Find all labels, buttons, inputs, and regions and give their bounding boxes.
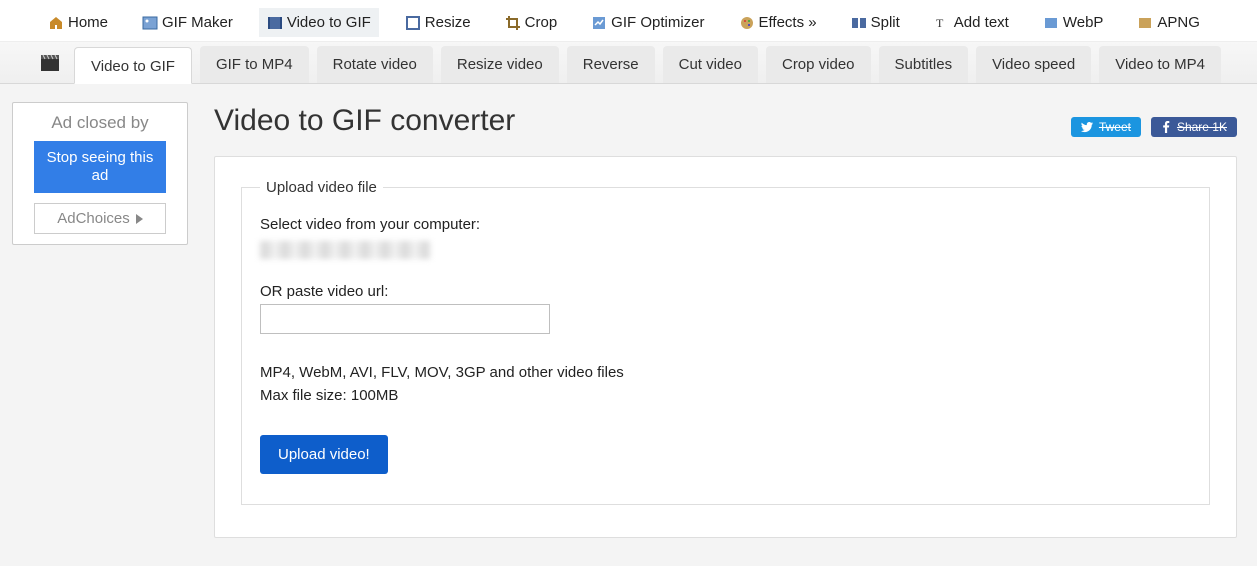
upload-fieldset: Upload video file Select video from your… [241,179,1210,505]
palette-icon [739,15,755,31]
nav-label: Crop [525,14,558,31]
tab-video-speed[interactable]: Video speed [976,46,1091,83]
tab-video-to-gif[interactable]: Video to GIF [74,47,192,84]
video-url-input[interactable] [260,304,550,334]
nav-label: Home [68,14,108,31]
nav-label: Add text [954,14,1009,31]
page-body: Ad closed by Stop seeing this ad AdChoic… [0,84,1257,566]
nav-apng[interactable]: APNG [1129,8,1208,37]
sub-nav: Video to GIF GIF to MP4 Rotate video Res… [0,42,1257,84]
adchoices-button[interactable]: AdChoices [34,203,167,234]
nav-label: GIF Optimizer [611,14,704,31]
title-row: Video to GIF converter Tweet Share 1K [214,98,1237,156]
tab-resize-video[interactable]: Resize video [441,46,559,83]
url-label: OR paste video url: [260,283,1191,300]
helper-line-1: MP4, WebM, AVI, FLV, MOV, 3GP and other … [260,362,1191,385]
split-icon [851,15,867,31]
main-content: Video to GIF converter Tweet Share 1K [200,84,1257,566]
resize-icon [405,15,421,31]
nav-label: WebP [1063,14,1104,31]
svg-text:T: T [936,16,944,30]
optimize-icon [591,15,607,31]
ad-closed-text: Ad closed by [17,109,183,141]
ad-box: Ad closed by Stop seeing this ad AdChoic… [12,102,188,245]
helper-text: MP4, WebM, AVI, FLV, MOV, 3GP and other … [260,362,1191,407]
tab-subtitles[interactable]: Subtitles [879,46,969,83]
twitter-icon [1081,121,1093,133]
home-icon [48,15,64,31]
nav-webp[interactable]: WebP [1035,8,1112,37]
tweet-button[interactable]: Tweet [1071,117,1141,137]
clapperboard-icon [30,42,70,83]
adchoices-label: AdChoices [57,210,130,227]
nav-crop[interactable]: Crop [497,8,566,37]
upload-video-button[interactable]: Upload video! [260,435,388,474]
nav-label: Split [871,14,900,31]
crop-icon [505,15,521,31]
adchoices-icon [136,214,143,224]
nav-gif-optimizer[interactable]: GIF Optimizer [583,8,712,37]
page-title: Video to GIF converter [214,104,515,138]
nav-add-text[interactable]: T Add text [926,8,1017,37]
stop-seeing-ad-button[interactable]: Stop seeing this ad [34,141,167,193]
nav-label: GIF Maker [162,14,233,31]
nav-video-to-gif[interactable]: Video to GIF [259,8,379,37]
tweet-label: Tweet [1099,120,1131,134]
tab-video-to-mp4[interactable]: Video to MP4 [1099,46,1221,83]
top-nav: Home GIF Maker Video to GIF Resize Crop … [0,0,1257,42]
helper-line-2: Max file size: 100MB [260,385,1191,408]
nav-label: Resize [425,14,471,31]
upload-panel: Upload video file Select video from your… [214,156,1237,538]
text-icon: T [934,15,950,31]
nav-resize[interactable]: Resize [397,8,479,37]
nav-split[interactable]: Split [843,8,908,37]
facebook-icon [1161,121,1171,133]
nav-gif-maker[interactable]: GIF Maker [134,8,241,37]
fieldset-legend: Upload video file [260,179,383,196]
webp-icon [1043,15,1059,31]
tab-gif-to-mp4[interactable]: GIF to MP4 [200,46,309,83]
fb-share-label: Share 1K [1177,120,1227,134]
nav-label: Video to GIF [287,14,371,31]
tab-rotate-video[interactable]: Rotate video [317,46,433,83]
fb-share-button[interactable]: Share 1K [1151,117,1237,137]
tab-reverse[interactable]: Reverse [567,46,655,83]
film-icon [267,15,283,31]
share-buttons: Tweet Share 1K [1071,117,1237,137]
select-file-label: Select video from your computer: [260,216,1191,233]
tab-cut-video[interactable]: Cut video [663,46,758,83]
apng-icon [1137,15,1153,31]
image-icon [142,15,158,31]
nav-effects[interactable]: Effects » [731,8,825,37]
tab-crop-video[interactable]: Crop video [766,46,871,83]
nav-home[interactable]: Home [40,8,116,37]
file-input[interactable] [260,241,430,259]
nav-label: Effects » [759,14,817,31]
left-sidebar: Ad closed by Stop seeing this ad AdChoic… [0,84,200,566]
nav-label: APNG [1157,14,1200,31]
